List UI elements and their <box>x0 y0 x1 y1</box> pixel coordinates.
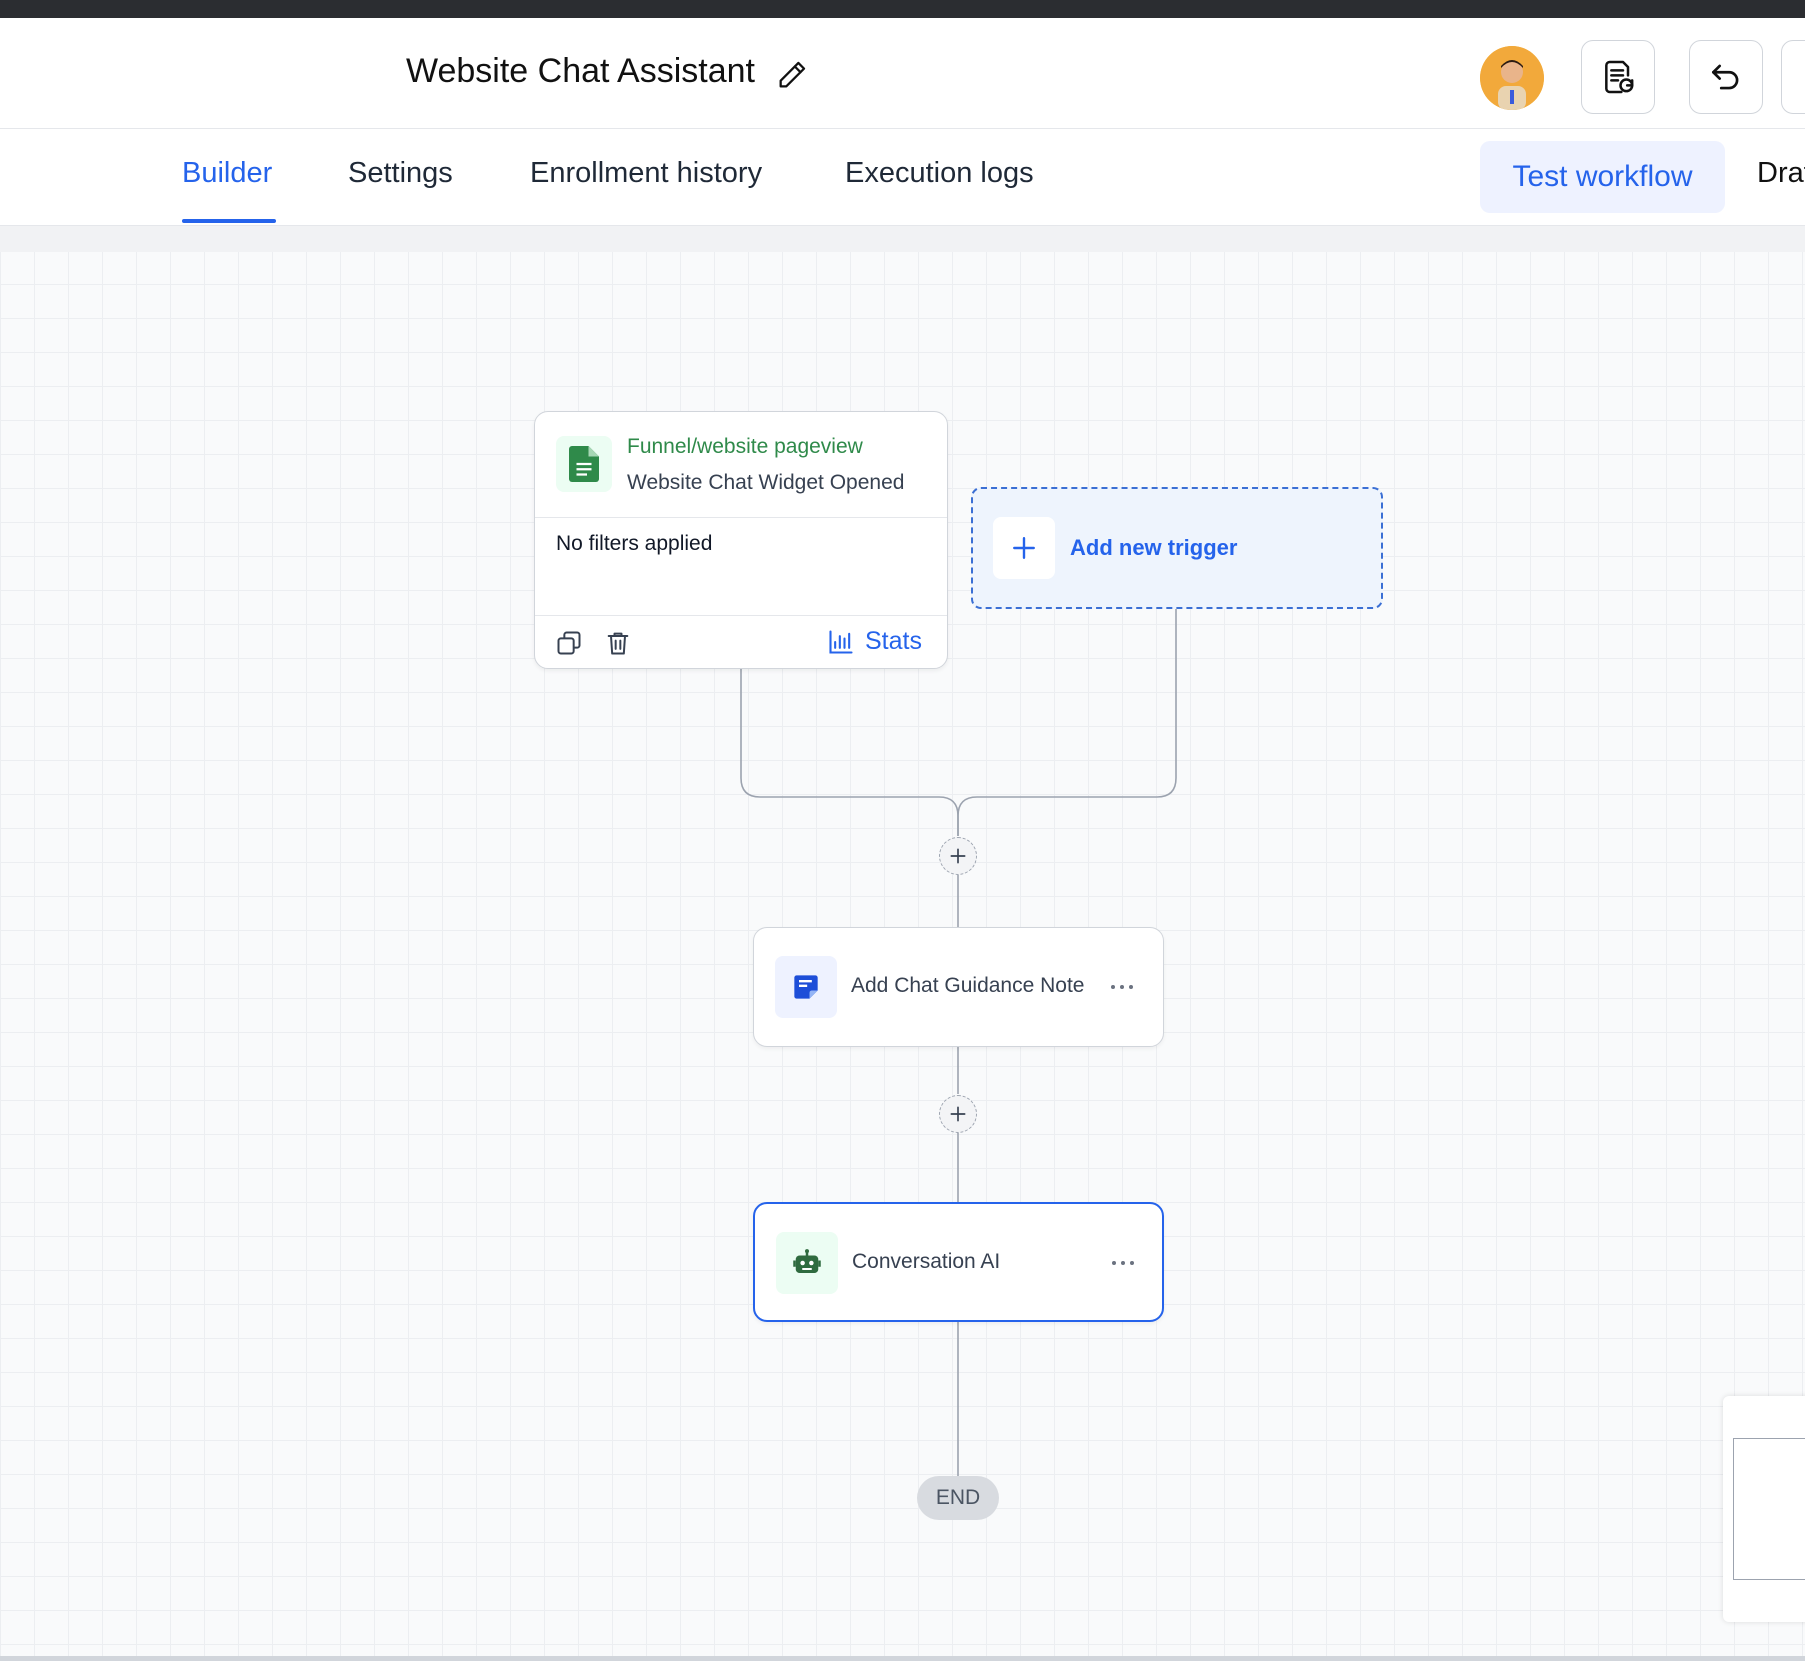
plus-icon <box>950 848 966 864</box>
minimap-panel[interactable] <box>1723 1396 1805 1622</box>
stats-button[interactable]: Stats <box>827 627 922 656</box>
plus-icon <box>1013 537 1035 559</box>
action-card-chat-guidance-note[interactable]: Add Chat Guidance Note <box>753 927 1164 1047</box>
copy-icon[interactable] <box>555 629 583 657</box>
stats-label: Stats <box>865 627 922 655</box>
action-card-conversation-ai[interactable]: Conversation AI <box>753 1202 1164 1322</box>
add-step-button[interactable] <box>939 1095 977 1133</box>
end-node: END <box>917 1476 999 1520</box>
trigger-filters-text: No filters applied <box>556 532 713 555</box>
connector-add-trigger <box>957 609 1177 836</box>
minimap-viewport[interactable] <box>1733 1438 1805 1580</box>
add-trigger-plus-box <box>993 517 1055 579</box>
add-step-button[interactable] <box>939 837 977 875</box>
action-label: Conversation AI <box>852 1250 1001 1273</box>
trigger-icon-box <box>556 436 612 492</box>
trigger-name: Website Chat Widget Opened <box>627 471 905 494</box>
more-options-icon[interactable] <box>1110 1256 1136 1270</box>
workflow-connectors <box>740 609 1177 1476</box>
action-label: Add Chat Guidance Note <box>851 974 1085 997</box>
divider <box>535 517 947 518</box>
divider <box>535 615 947 616</box>
robot-icon <box>793 1249 821 1273</box>
plus-icon <box>950 1106 966 1122</box>
bar-chart-icon <box>829 629 853 654</box>
bottom-border <box>0 1656 1805 1661</box>
trigger-card[interactable]: Funnel/website pageview Website Chat Wid… <box>534 411 948 669</box>
trigger-type-label: Funnel/website pageview <box>627 435 863 458</box>
trash-icon[interactable] <box>604 629 632 657</box>
add-new-trigger-button[interactable]: Add new trigger <box>971 487 1383 609</box>
document-icon <box>569 446 599 482</box>
action-icon-box <box>775 956 837 1018</box>
connector-trigger <box>740 669 959 836</box>
note-icon <box>794 975 818 999</box>
more-options-icon[interactable] <box>1109 980 1135 994</box>
add-new-trigger-label: Add new trigger <box>1070 535 1238 560</box>
action-icon-box <box>776 1232 838 1294</box>
